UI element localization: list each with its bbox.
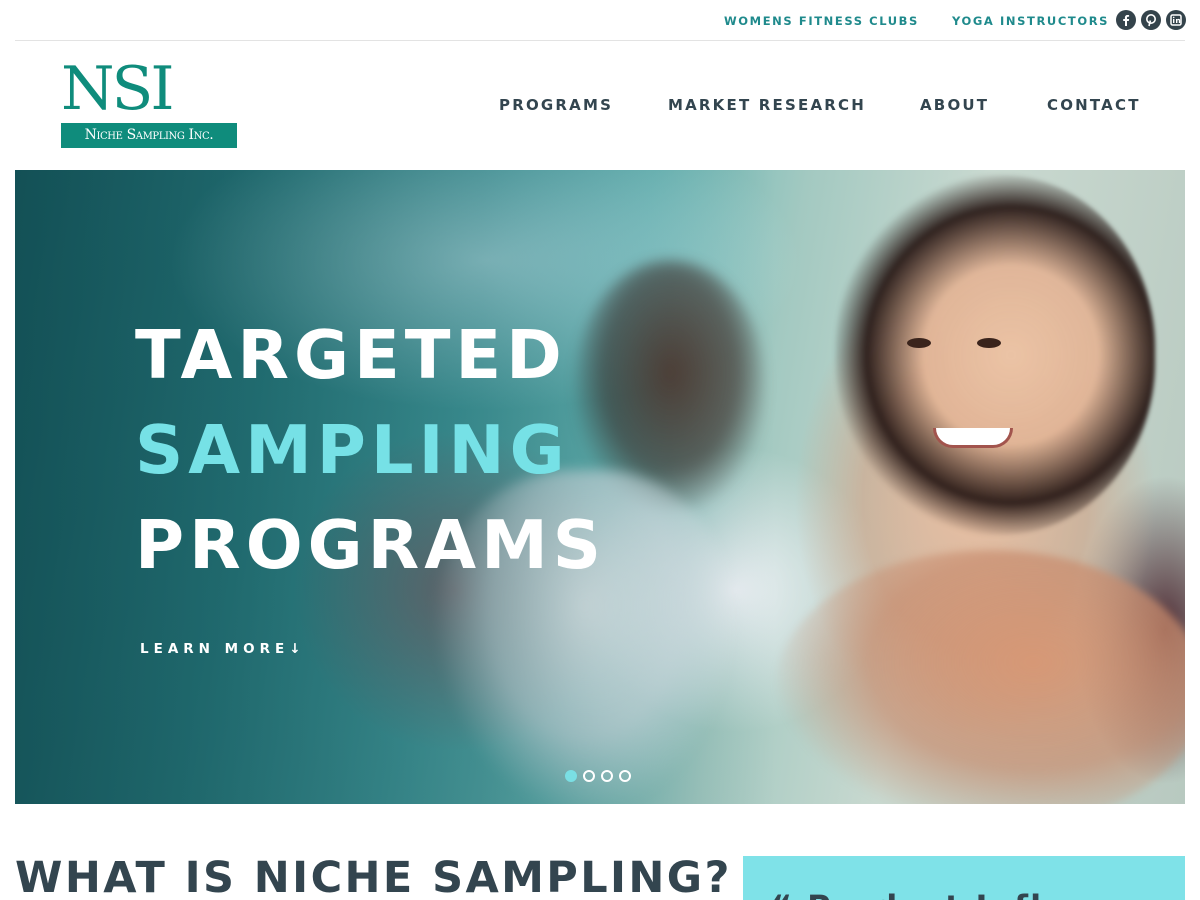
- pinterest-icon[interactable]: [1141, 10, 1161, 30]
- utility-bar: WOMENS FITNESS CLUBS YOGA INSTRUCTORS: [15, 0, 1186, 41]
- carousel-dots: [565, 770, 631, 782]
- carousel-dot-3[interactable]: [601, 770, 613, 782]
- hero-headline-line: PROGRAMS: [135, 506, 607, 584]
- hero-headline-accent-line: SAMPLING: [135, 411, 570, 489]
- quote-panel: “ Product Infl: [743, 856, 1185, 900]
- carousel-dot-4[interactable]: [619, 770, 631, 782]
- womens-fitness-clubs-link[interactable]: WOMENS FITNESS CLUBS: [724, 14, 919, 28]
- hero-headline-line: TARGETED: [135, 316, 567, 394]
- learn-more-link[interactable]: LEARN MORE↓: [140, 641, 306, 657]
- section-title: WHAT IS NICHE SAMPLING?: [15, 853, 732, 900]
- yoga-instructors-link[interactable]: YOGA INSTRUCTORS: [952, 14, 1109, 28]
- quote-text: “ Product Infl: [771, 888, 1043, 900]
- hero-headline: TARGETED SAMPLING PROGRAMS: [135, 308, 606, 593]
- nav-about[interactable]: ABOUT: [920, 96, 989, 114]
- carousel-dot-2[interactable]: [583, 770, 595, 782]
- linkedin-icon[interactable]: [1166, 10, 1186, 30]
- carousel-dot-1[interactable]: [565, 770, 577, 782]
- main-nav: PROGRAMS MARKET RESEARCH ABOUT CONTACT: [0, 96, 1200, 116]
- nav-market-research[interactable]: MARKET RESEARCH: [668, 96, 866, 114]
- nav-contact[interactable]: CONTACT: [1047, 96, 1141, 114]
- nav-programs[interactable]: PROGRAMS: [499, 96, 613, 114]
- hero-carousel: TARGETED SAMPLING PROGRAMS LEARN MORE↓: [15, 170, 1185, 804]
- logo-company-name: Niche Sampling Inc.: [61, 123, 237, 148]
- facebook-icon[interactable]: [1116, 10, 1136, 30]
